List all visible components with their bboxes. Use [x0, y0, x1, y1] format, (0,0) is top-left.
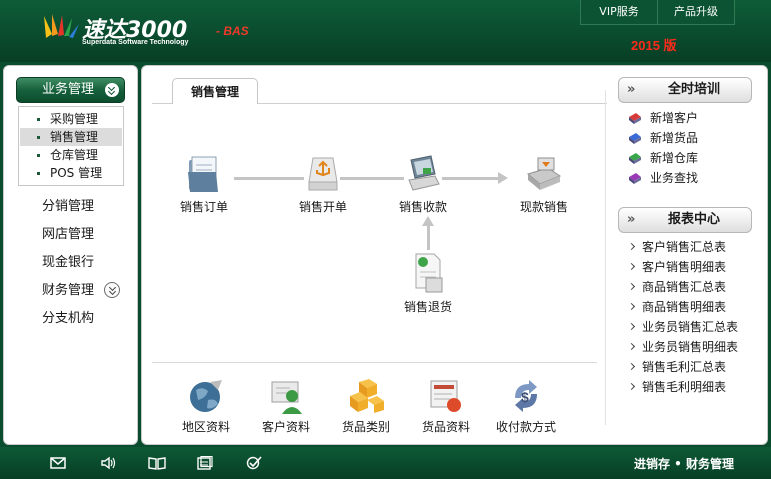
mail-icon[interactable] [50, 456, 66, 470]
logo-subtitle: Superdata Software Technology [82, 39, 189, 46]
flow-line-return-collect [427, 226, 430, 250]
year-badge: 2015 版 [631, 38, 677, 53]
flow-sales-return-label: 销售退货 [403, 300, 452, 314]
base-goods-data-label: 货品资料 [421, 420, 470, 434]
sidebar-item-webstore[interactable]: 网店管理 [42, 226, 94, 244]
panel-divider [605, 90, 606, 425]
report-salesman-summary[interactable]: 业务员销售汇总表 [628, 318, 738, 336]
sidebar-item-finance[interactable]: 财务管理 [42, 282, 94, 300]
report-goods-sales-summary[interactable]: 商品销售汇总表 [628, 278, 726, 296]
book-icon[interactable] [148, 456, 166, 470]
report-customer-sales-summary[interactable]: 客户销售汇总表 [628, 238, 726, 256]
quick-add-goods-label: 新增货品 [650, 131, 699, 145]
report-gross-profit-detail[interactable]: 销售毛利明细表 [628, 378, 726, 396]
base-goods-category-label: 货品类别 [341, 420, 390, 434]
flow-sales-order-label: 销售订单 [179, 200, 228, 214]
base-region-data-label: 地区资料 [181, 420, 230, 434]
usb-device-icon [308, 157, 338, 191]
training-header[interactable]: » 全时培训 [618, 77, 752, 103]
flow-sales-invoice[interactable]: 销售开单 [283, 154, 363, 215]
app-header: 速达3000 - BAS Superdata Software Technolo… [0, 0, 771, 62]
sidebar-submenu: 采购管理 销售管理 仓库管理 POS 管理 [18, 106, 124, 186]
footer-tagline: 进销存 • 财务管理 [634, 457, 735, 471]
check-icon[interactable] [246, 456, 262, 470]
report-gross-profit-summary[interactable]: 销售毛利汇总表 [628, 358, 726, 376]
quick-add-customer[interactable]: 新增客户 [628, 109, 698, 127]
globe-icon [190, 380, 222, 412]
training-title: 全时培训 [667, 82, 720, 97]
main-panel: 销售管理 销售订单 销售开单 销售收款 现款销售 销售退货 地区资料 客户资料 … [141, 65, 768, 445]
report-salesman-detail[interactable]: 业务员销售明细表 [628, 338, 738, 356]
sidebar-item-pos[interactable]: POS 管理 [20, 164, 122, 182]
base-customer-data[interactable]: 客户资料 [250, 378, 322, 435]
base-goods-category[interactable]: 货品类别 [330, 378, 402, 435]
flow-cash-sale-label: 现款销售 [519, 200, 568, 214]
svg-text:$: $ [521, 389, 529, 405]
customer-card-icon [271, 381, 302, 414]
sidebar-item-sales[interactable]: 销售管理 [20, 128, 122, 146]
flow-cash-sale[interactable]: 现款销售 [504, 154, 584, 215]
flow-sales-return[interactable]: 销售退货 [388, 252, 468, 315]
body-frame: 业务管理 采购管理 销售管理 仓库管理 POS 管理 分销管理 网店管理 现金银… [0, 62, 771, 447]
add-goods-icon [629, 133, 641, 144]
tab-sales-management[interactable]: 销售管理 [172, 78, 258, 104]
base-region-data[interactable]: 地区资料 [170, 378, 242, 435]
sidebar: 业务管理 采购管理 销售管理 仓库管理 POS 管理 分销管理 网店管理 现金银… [3, 65, 138, 445]
sidebar-group-business[interactable]: 业务管理 [16, 77, 125, 103]
quick-business-search[interactable]: 业务查找 [628, 169, 698, 187]
boxes-icon [350, 379, 384, 413]
top-links: VIP服务 产品升级 [580, 0, 735, 25]
report-customer-sales-detail[interactable]: 客户销售明细表 [628, 258, 726, 276]
upgrade-link[interactable]: 产品升级 [657, 0, 734, 24]
vip-service-link[interactable]: VIP服务 [581, 0, 657, 24]
payment-method-icon: $ [515, 380, 537, 412]
return-document-icon [415, 253, 443, 293]
flow-sales-order[interactable]: 销售订单 [164, 154, 244, 215]
sidebar-item-cash-bank[interactable]: 现金银行 [42, 254, 94, 272]
quick-business-search-label: 业务查找 [650, 171, 699, 185]
logo-fan-icon [44, 14, 79, 38]
app-logo: 速达3000 - BAS Superdata Software Technolo… [42, 10, 262, 52]
goods-list-icon [430, 380, 461, 412]
app-footer: 进销存 • 财务管理 [0, 447, 771, 479]
base-goods-data[interactable]: 货品资料 [410, 378, 482, 435]
report-goods-sales-detail[interactable]: 商品销售明细表 [628, 298, 726, 316]
cash-register-icon [526, 157, 562, 190]
sidebar-item-distribution[interactable]: 分销管理 [42, 198, 94, 216]
sidebar-group-label: 业务管理 [42, 82, 95, 97]
section-divider [152, 362, 597, 363]
sidebar-item-warehouse[interactable]: 仓库管理 [20, 146, 122, 164]
sidebar-item-branch[interactable]: 分支机构 [42, 310, 94, 328]
quick-add-warehouse-label: 新增仓库 [650, 151, 699, 165]
double-chevron-icon: » [627, 82, 636, 97]
reports-header[interactable]: » 报表中心 [618, 207, 752, 233]
flow-sales-collection[interactable]: 销售收款 [383, 154, 463, 215]
quick-add-customer-label: 新增客户 [650, 111, 699, 125]
speaker-icon[interactable] [100, 456, 116, 470]
folder-document-icon [188, 156, 218, 192]
computer-terminal-icon [408, 155, 440, 191]
expand-chevron-icon[interactable] [104, 282, 120, 298]
calendar-icon[interactable] [197, 456, 213, 470]
add-warehouse-icon [629, 153, 641, 164]
base-payment-method-label: 收付款方式 [495, 420, 556, 434]
collapse-chevron-icon[interactable] [105, 83, 119, 97]
quick-add-goods[interactable]: 新增货品 [628, 129, 698, 147]
base-customer-data-label: 客户资料 [261, 420, 310, 434]
flow-sales-collection-label: 销售收款 [398, 200, 447, 214]
base-payment-method[interactable]: $ 收付款方式 [490, 378, 562, 435]
logo-edition: - BAS [216, 24, 249, 38]
flow-arrow-up-icon [422, 216, 434, 226]
add-customer-icon [629, 113, 641, 124]
sidebar-item-purchase[interactable]: 采购管理 [20, 110, 122, 128]
quick-add-warehouse[interactable]: 新增仓库 [628, 149, 698, 167]
search-business-icon [629, 173, 641, 184]
double-chevron-icon: » [627, 212, 636, 227]
reports-title: 报表中心 [667, 212, 720, 227]
flow-sales-invoice-label: 销售开单 [298, 200, 347, 214]
